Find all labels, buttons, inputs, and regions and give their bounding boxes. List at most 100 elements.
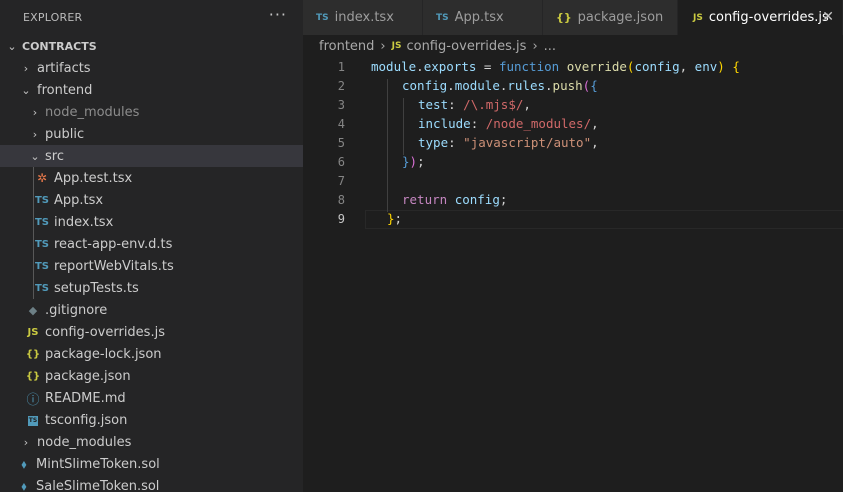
typescript-icon: TS	[34, 238, 50, 250]
javascript-icon: JS	[391, 41, 402, 51]
chevron-right-icon: ›	[532, 38, 538, 54]
tree-item-package-json[interactable]: {} package.json	[0, 365, 303, 387]
line-number: 6	[337, 155, 345, 169]
tree-item-label: MintSlimeToken.sol	[36, 456, 160, 472]
chevron-right-icon: ›	[380, 38, 386, 54]
code-line-9: };	[387, 211, 403, 226]
tree-item-node-modules[interactable]: › node_modules	[0, 101, 303, 123]
tree-item-config-overrides[interactable]: JS config-overrides.js	[0, 321, 303, 343]
breadcrumb: frontend › JS config-overrides.js › ...	[303, 35, 843, 57]
json-icon: {}	[556, 11, 572, 24]
git-icon: ◆	[28, 303, 38, 317]
line-number: 1	[337, 60, 345, 74]
line-number: 5	[337, 136, 345, 150]
tab-label: App.tsx	[454, 10, 504, 25]
line-number: 2	[337, 79, 345, 93]
chevron-down-icon: ⌄	[7, 39, 17, 53]
line-number: 9	[337, 212, 345, 226]
tree-root-label: CONTRACTS	[22, 39, 97, 53]
tab-label: package.json	[577, 10, 664, 25]
tree-item-mint-slime-token[interactable]: ⬧ MintSlimeToken.sol	[0, 453, 303, 475]
tsconfig-icon: TS	[28, 416, 38, 426]
tree-item-frontend[interactable]: ⌄ frontend	[0, 79, 303, 101]
tree-item-label: README.md	[45, 390, 126, 406]
tree-item-label: App.test.tsx	[54, 170, 133, 186]
more-actions-icon[interactable]: ···	[269, 5, 287, 24]
tree-item-label: frontend	[37, 82, 93, 98]
info-icon: ⓘ	[26, 392, 40, 408]
tree-item-label: node_modules	[45, 104, 140, 120]
chevron-right-icon: ›	[23, 61, 29, 75]
current-line-highlight	[365, 210, 843, 229]
code-line-4: include: /node_modules/,	[418, 116, 599, 131]
tree-item-label: setupTests.ts	[54, 280, 139, 296]
tree-item-app-test[interactable]: ✲ App.test.tsx	[0, 167, 303, 189]
breadcrumb-more[interactable]: ...	[544, 39, 556, 54]
tree-item-label: index.tsx	[54, 214, 114, 230]
tab-package-json[interactable]: {} package.json	[543, 0, 678, 35]
breadcrumb-folder[interactable]: frontend	[319, 39, 374, 54]
line-number: 7	[337, 174, 345, 188]
tree-item-label: node_modules	[37, 434, 132, 450]
close-icon[interactable]: ✕	[822, 9, 834, 25]
react-test-icon: ✲	[36, 171, 48, 185]
tree-item-root-node-modules[interactable]: › node_modules	[0, 431, 303, 453]
breadcrumb-file[interactable]: config-overrides.js	[406, 39, 526, 54]
line-number: 8	[337, 193, 345, 207]
tree-item-label: artifacts	[37, 60, 91, 76]
tree-item-artifacts[interactable]: › artifacts	[0, 57, 303, 79]
tree-item-public[interactable]: › public	[0, 123, 303, 145]
chevron-right-icon: ›	[32, 105, 38, 119]
solidity-icon: ⬧	[21, 478, 27, 492]
chevron-right-icon: ›	[23, 435, 29, 449]
code-line-5: type: "javascript/auto",	[418, 135, 599, 150]
tree-item-react-app-env[interactable]: TS react-app-env.d.ts	[0, 233, 303, 255]
tree-item-label: package-lock.json	[45, 346, 162, 362]
tree-item-setup-tests[interactable]: TS setupTests.ts	[0, 277, 303, 299]
tree-item-label: package.json	[45, 368, 131, 384]
chevron-down-icon: ⌄	[30, 149, 40, 163]
tab-config-overrides[interactable]: JS config-overrides.js ✕	[678, 0, 843, 35]
tree-item-label: src	[45, 148, 64, 164]
line-number: 4	[337, 117, 345, 131]
javascript-icon: JS	[693, 12, 703, 23]
tree-item-label: SaleSlimeToken.sol	[36, 478, 160, 492]
explorer-sidebar: EXPLORER ··· ⌄ CONTRACTS › artifacts ⌄ f…	[0, 0, 303, 492]
chevron-down-icon: ⌄	[21, 83, 31, 97]
typescript-icon: TS	[316, 12, 329, 23]
code-line-6: });	[402, 154, 425, 169]
tree-item-label: config-overrides.js	[45, 324, 165, 340]
tree-item-label: reportWebVitals.ts	[54, 258, 174, 274]
editor-tab-bar: TS index.tsx TS App.tsx {} package.json …	[303, 0, 843, 35]
tree-item-label: tsconfig.json	[45, 412, 128, 428]
tab-index-tsx[interactable]: TS index.tsx	[303, 0, 423, 35]
code-editor[interactable]: 1 2 3 4 5 6 7 8 9 module.exports = funct…	[303, 57, 843, 492]
tab-label: index.tsx	[334, 10, 394, 25]
tree-item-index-tsx[interactable]: TS index.tsx	[0, 211, 303, 233]
tree-item-sale-slime-token[interactable]: ⬧ SaleSlimeToken.sol	[0, 475, 303, 492]
tree-item-gitignore[interactable]: ◆ .gitignore	[0, 299, 303, 321]
code-line-3: test: /\.mjs$/,	[418, 97, 531, 112]
line-number: 3	[337, 98, 345, 112]
tab-app-tsx[interactable]: TS App.tsx	[423, 0, 543, 35]
tree-item-label: App.tsx	[54, 192, 104, 208]
tree-root-contracts[interactable]: ⌄ CONTRACTS	[0, 35, 303, 57]
code-line-2: config.module.rules.push({	[402, 78, 598, 93]
tree-item-src[interactable]: ⌄ src	[0, 145, 303, 167]
explorer-header: EXPLORER ···	[0, 0, 303, 35]
json-icon: {}	[25, 370, 41, 382]
tree-item-tsconfig[interactable]: TS tsconfig.json	[0, 409, 303, 431]
code-line-8: return config;	[402, 192, 508, 207]
tree-item-readme[interactable]: ⓘ README.md	[0, 387, 303, 409]
solidity-icon: ⬧	[21, 456, 27, 471]
chevron-right-icon: ›	[32, 127, 38, 141]
tree-item-report-web-vitals[interactable]: TS reportWebVitals.ts	[0, 255, 303, 277]
tree-item-package-lock[interactable]: {} package-lock.json	[0, 343, 303, 365]
tree-item-app-tsx[interactable]: TS App.tsx	[0, 189, 303, 211]
javascript-icon: JS	[27, 326, 39, 338]
tree-item-label: public	[45, 126, 85, 142]
tree-item-label: .gitignore	[45, 302, 108, 318]
typescript-icon: TS	[34, 216, 50, 228]
tree-item-label: react-app-env.d.ts	[54, 236, 173, 252]
explorer-title: EXPLORER	[23, 11, 83, 24]
